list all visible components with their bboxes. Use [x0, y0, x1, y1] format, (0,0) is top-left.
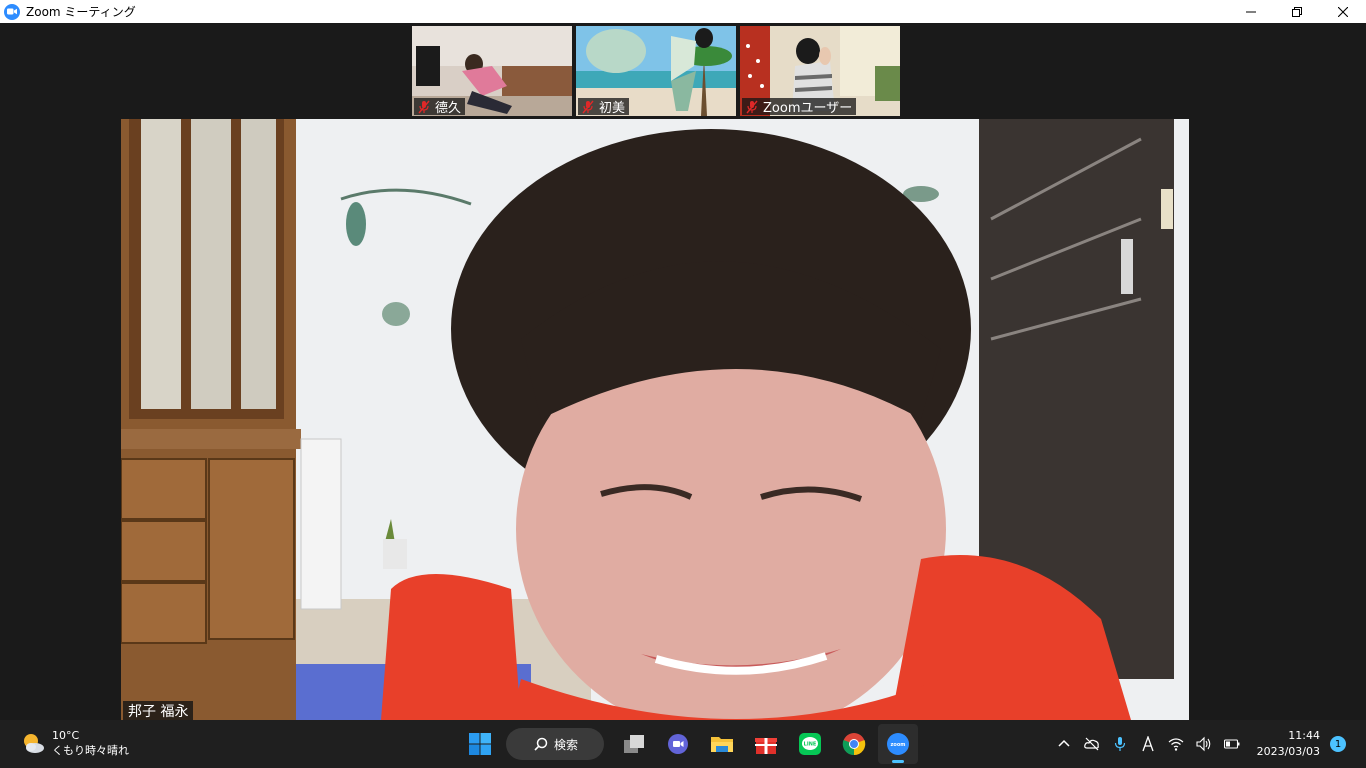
clock[interactable]: 11:44 2023/03/03 — [1257, 728, 1320, 760]
participant-name: Zoomユーザー — [763, 101, 853, 116]
task-view-icon — [624, 735, 644, 753]
zoom-taskbar-button[interactable]: zoom — [878, 724, 918, 764]
participant-strip: 德久 初美 Zoomユーザー — [412, 26, 900, 116]
network-button[interactable] — [1165, 733, 1187, 755]
window-title: Zoom ミーティング — [26, 5, 136, 19]
clock-time: 11:44 — [1288, 729, 1320, 742]
svg-text:LINE: LINE — [804, 742, 817, 748]
show-hidden-icons-button[interactable] — [1053, 733, 1075, 755]
chrome-button[interactable] — [834, 724, 874, 764]
close-button[interactable] — [1320, 0, 1366, 23]
speaker-name: 邦子 福永 — [128, 703, 189, 720]
line-icon: LINE — [799, 733, 821, 755]
taskbar-search[interactable]: 検索 — [506, 728, 604, 760]
speaker-video-frame — [121, 119, 1189, 720]
start-button[interactable] — [460, 724, 500, 764]
system-tray: 11:44 2023/03/03 1 — [1053, 720, 1366, 768]
weather-condition: くもり時々晴れ — [52, 744, 129, 757]
notification-badge[interactable]: 1 — [1330, 736, 1346, 752]
restore-icon — [1292, 6, 1302, 17]
zoom-app-icon — [4, 3, 20, 20]
title-bar: Zoom ミーティング — [0, 0, 1366, 23]
start-icon — [469, 733, 491, 755]
search-label: 検索 — [554, 737, 579, 752]
microphone-button[interactable] — [1109, 733, 1131, 755]
mic-muted-icon — [418, 100, 430, 113]
task-view-button[interactable] — [614, 724, 654, 764]
clock-date: 2023/03/03 — [1256, 745, 1320, 758]
mic-muted-icon — [582, 100, 594, 113]
participant-tile[interactable]: 德久 — [412, 26, 572, 116]
file-explorer-icon — [711, 737, 733, 752]
weather-widget[interactable]: 10°C くもり時々晴れ — [20, 728, 129, 758]
battery-button[interactable] — [1221, 733, 1243, 755]
participant-name-label: 初美 — [578, 98, 630, 116]
speaker-name-label: 邦子 福永 — [123, 701, 194, 720]
file-explorer-button[interactable] — [702, 724, 742, 764]
chrome-icon — [842, 733, 866, 756]
teams-chat-button[interactable] — [658, 724, 698, 764]
microphone-icon — [1114, 737, 1125, 751]
search-icon — [534, 737, 548, 751]
participant-name-label: 德久 — [414, 98, 466, 116]
gift-app-button[interactable] — [746, 724, 786, 764]
ime-a-icon — [1141, 736, 1154, 752]
participant-name-label: Zoomユーザー — [742, 98, 857, 116]
taskbar: 10°C くもり時々晴れ 検索 LINE zoom 11:44 2023/03/… — [0, 720, 1366, 768]
line-app-button[interactable]: LINE — [790, 724, 830, 764]
onedrive-button[interactable] — [1081, 733, 1103, 755]
volume-button[interactable] — [1193, 733, 1215, 755]
weather-temperature: 10°C — [52, 729, 80, 742]
gift-icon — [755, 738, 777, 754]
ime-button[interactable] — [1137, 733, 1159, 755]
minimize-icon — [1246, 11, 1256, 12]
wifi-icon — [1168, 738, 1183, 751]
battery-icon — [1223, 739, 1240, 749]
meeting-view: 德久 初美 Zoomユーザー 邦子 福永 — [0, 23, 1366, 720]
mic-muted-icon — [746, 100, 758, 113]
close-icon — [1338, 6, 1348, 17]
teams-chat-icon — [668, 734, 688, 754]
restore-button[interactable] — [1274, 0, 1320, 23]
participant-name: 初美 — [599, 101, 626, 116]
participant-tile[interactable]: 初美 — [576, 26, 736, 116]
participant-name: 德久 — [435, 101, 462, 116]
cloud-offline-icon — [1083, 737, 1099, 751]
minimize-button[interactable] — [1228, 0, 1274, 23]
zoom-icon: zoom — [887, 733, 909, 755]
participant-tile[interactable]: Zoomユーザー — [740, 26, 900, 116]
speaker-icon — [1196, 736, 1210, 752]
active-speaker-video[interactable]: 邦子 福永 — [121, 119, 1189, 720]
svg-text:zoom: zoom — [891, 742, 906, 748]
chevron-up-icon — [1058, 739, 1070, 747]
partly-cloudy-icon — [24, 734, 44, 753]
